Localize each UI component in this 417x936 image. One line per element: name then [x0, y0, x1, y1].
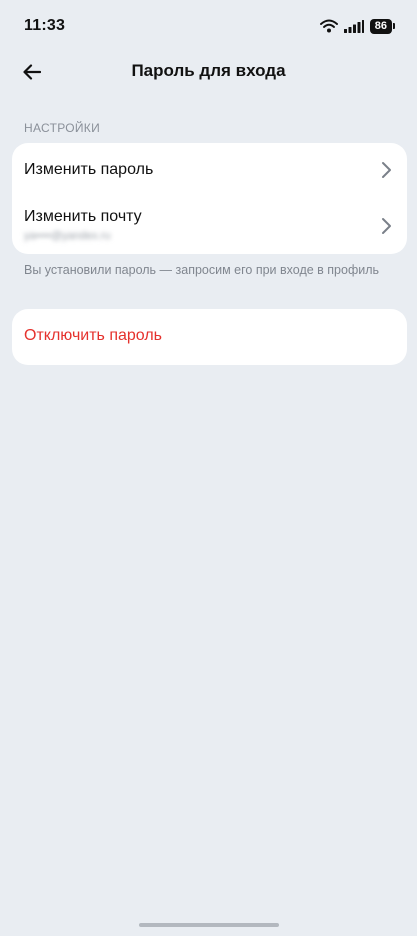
- status-bar: 11:33 86: [0, 0, 417, 52]
- status-time: 11:33: [24, 17, 66, 34]
- disable-password-button[interactable]: Отключить пароль: [12, 309, 407, 365]
- home-indicator[interactable]: [139, 923, 279, 927]
- chevron-right-icon: [382, 162, 391, 178]
- wifi-icon: [319, 19, 338, 33]
- disable-password-label: Отключить пароль: [24, 327, 162, 344]
- page-title: Пароль для входа: [131, 61, 286, 80]
- change-email-item[interactable]: Изменить почту ya••••@yandex.ru: [12, 197, 407, 254]
- change-email-label: Изменить почту: [24, 208, 142, 225]
- password-hint: Вы установили пароль — запросим его при …: [24, 263, 380, 277]
- battery-level: 86: [369, 18, 392, 34]
- chevron-right-icon: [382, 218, 391, 234]
- email-value: ya••••@yandex.ru: [24, 230, 111, 242]
- header: Пароль для входа: [0, 52, 417, 92]
- settings-card: Изменить пароль Изменить почту ya••••@ya…: [12, 143, 407, 254]
- change-password-item[interactable]: Изменить пароль: [12, 143, 407, 197]
- change-password-label: Изменить пароль: [24, 161, 154, 178]
- battery-icon: 86: [369, 18, 395, 34]
- status-icons: 86: [319, 17, 395, 35]
- section-label: НАСТРОЙКИ: [24, 121, 101, 135]
- signal-icon: [343, 19, 364, 33]
